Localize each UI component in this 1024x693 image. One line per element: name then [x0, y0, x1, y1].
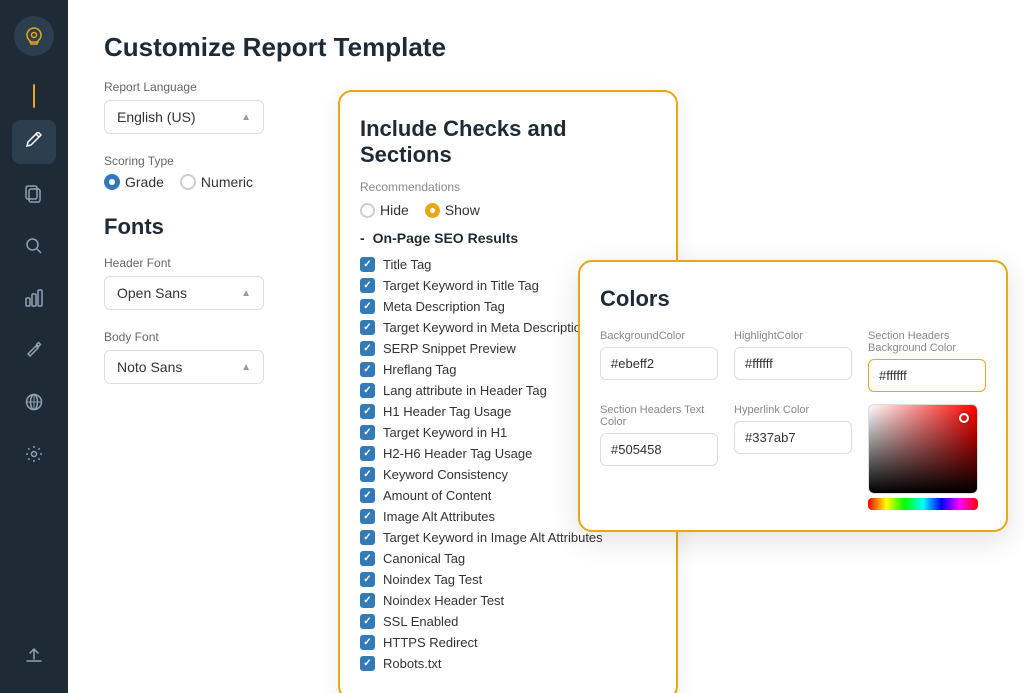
check-item-15[interactable]: Noindex Tag Test: [360, 569, 656, 590]
report-language-value: English (US): [117, 109, 196, 125]
hide-show-radio-row: Hide Show: [360, 202, 656, 218]
header-font-arrow-icon: ▲: [241, 288, 251, 299]
sidebar-item-tool[interactable]: [12, 328, 56, 372]
body-font-dropdown[interactable]: Noto Sans ▲: [104, 350, 264, 384]
sidebar: [0, 0, 68, 693]
checkbox-11[interactable]: [360, 488, 375, 503]
checkbox-15[interactable]: [360, 572, 375, 587]
colors-panel-title: Colors: [600, 286, 986, 312]
dropdown-arrow-icon: ▲: [241, 112, 251, 123]
fonts-section: Fonts Header Font Open Sans ▲ Body Font …: [104, 214, 324, 384]
show-radio-dot[interactable]: [425, 203, 440, 218]
check-item-18[interactable]: HTTPS Redirect: [360, 632, 656, 653]
sidebar-item-upload[interactable]: [12, 633, 56, 677]
header-font-label: Header Font: [104, 256, 324, 270]
sidebar-item-search[interactable]: [12, 224, 56, 268]
check-item-14[interactable]: Canonical Tag: [360, 548, 656, 569]
scoring-numeric-option[interactable]: Numeric: [180, 174, 253, 190]
show-label: Show: [445, 202, 480, 218]
background-color-field: BackgroundColor: [600, 330, 718, 392]
app-logo[interactable]: [14, 16, 54, 56]
recommendations-label: Recommendations: [360, 180, 656, 194]
sidebar-divider: [33, 84, 35, 108]
section-text-color-label: Section Headers Text Color: [600, 404, 718, 428]
scoring-numeric-radio[interactable]: [180, 174, 196, 190]
section-text-color-input[interactable]: [600, 433, 718, 466]
checkbox-8[interactable]: [360, 425, 375, 440]
hyperlink-color-field: Hyperlink Color: [734, 404, 852, 510]
checkbox-7[interactable]: [360, 404, 375, 419]
colors-panel: Colors BackgroundColor HighlightColor Se…: [578, 260, 1008, 532]
header-font-value: Open Sans: [117, 285, 187, 301]
sidebar-item-chart[interactable]: [12, 276, 56, 320]
sidebar-item-edit[interactable]: [12, 120, 56, 164]
checkbox-19[interactable]: [360, 656, 375, 671]
section-bg-color-label: Section Headers Background Color: [868, 330, 986, 354]
section-bg-color-input[interactable]: [868, 359, 986, 392]
seo-section-label: On-Page SEO Results: [373, 230, 518, 246]
hide-option[interactable]: Hide: [360, 202, 409, 218]
hue-bar[interactable]: [868, 498, 978, 510]
scoring-type-label: Scoring Type: [104, 154, 324, 168]
body-font-label: Body Font: [104, 330, 324, 344]
checkbox-3[interactable]: [360, 320, 375, 335]
header-font-dropdown[interactable]: Open Sans ▲: [104, 276, 264, 310]
body-font-value: Noto Sans: [117, 359, 182, 375]
left-panel: Report Language English (US) ▲ Scoring T…: [104, 80, 324, 404]
picker-cursor[interactable]: [959, 413, 969, 423]
scoring-numeric-label: Numeric: [201, 174, 253, 190]
bg-color-label: BackgroundColor: [600, 330, 718, 342]
scoring-grade-label: Grade: [125, 174, 164, 190]
checkbox-6[interactable]: [360, 383, 375, 398]
highlight-color-label: HighlightColor: [734, 330, 852, 342]
checkbox-12[interactable]: [360, 509, 375, 524]
check-item-17[interactable]: SSL Enabled: [360, 611, 656, 632]
seo-section-header: - On-Page SEO Results: [360, 230, 656, 246]
sidebar-item-copy[interactable]: [12, 172, 56, 216]
check-item-16[interactable]: Noindex Header Test: [360, 590, 656, 611]
scoring-type-options: Grade Numeric: [104, 174, 324, 190]
checkbox-5[interactable]: [360, 362, 375, 377]
scoring-grade-option[interactable]: Grade: [104, 174, 164, 190]
checkbox-18[interactable]: [360, 635, 375, 650]
checkbox-10[interactable]: [360, 467, 375, 482]
section-headers-bg-color-field: Section Headers Background Color: [868, 330, 986, 392]
checkbox-1[interactable]: [360, 278, 375, 293]
section-text-color-field: Section Headers Text Color: [600, 404, 718, 510]
checkbox-13[interactable]: [360, 530, 375, 545]
checkbox-2[interactable]: [360, 299, 375, 314]
highlight-color-field: HighlightColor: [734, 330, 852, 392]
checkbox-14[interactable]: [360, 551, 375, 566]
checkbox-9[interactable]: [360, 446, 375, 461]
bg-color-input[interactable]: [600, 347, 718, 380]
report-language-label: Report Language: [104, 80, 324, 94]
checkbox-17[interactable]: [360, 614, 375, 629]
color-picker-area: [868, 404, 986, 510]
scoring-section: Scoring Type Grade Numeric: [104, 154, 324, 190]
checkbox-16[interactable]: [360, 593, 375, 608]
scoring-grade-radio[interactable]: [104, 174, 120, 190]
body-font-arrow-icon: ▲: [241, 362, 251, 373]
colors-grid: BackgroundColor HighlightColor Section H…: [600, 330, 986, 510]
main-content: Customize Report Template Report Languag…: [68, 0, 1024, 693]
gradient-picker[interactable]: [868, 404, 978, 494]
report-language-dropdown[interactable]: English (US) ▲: [104, 100, 264, 134]
hide-label: Hide: [380, 202, 409, 218]
hyperlink-color-label: Hyperlink Color: [734, 404, 852, 416]
sidebar-item-globe[interactable]: [12, 380, 56, 424]
checks-panel-title: Include Checks and Sections: [360, 116, 656, 168]
page-title: Customize Report Template: [104, 32, 988, 63]
checkbox-0[interactable]: [360, 257, 375, 272]
sidebar-item-settings[interactable]: [12, 432, 56, 476]
fonts-title: Fonts: [104, 214, 324, 240]
show-option[interactable]: Show: [425, 202, 480, 218]
highlight-color-input[interactable]: [734, 347, 852, 380]
check-item-19[interactable]: Robots.txt: [360, 653, 656, 674]
checkbox-4[interactable]: [360, 341, 375, 356]
hyperlink-color-input[interactable]: [734, 421, 852, 454]
hide-radio-dot[interactable]: [360, 203, 375, 218]
